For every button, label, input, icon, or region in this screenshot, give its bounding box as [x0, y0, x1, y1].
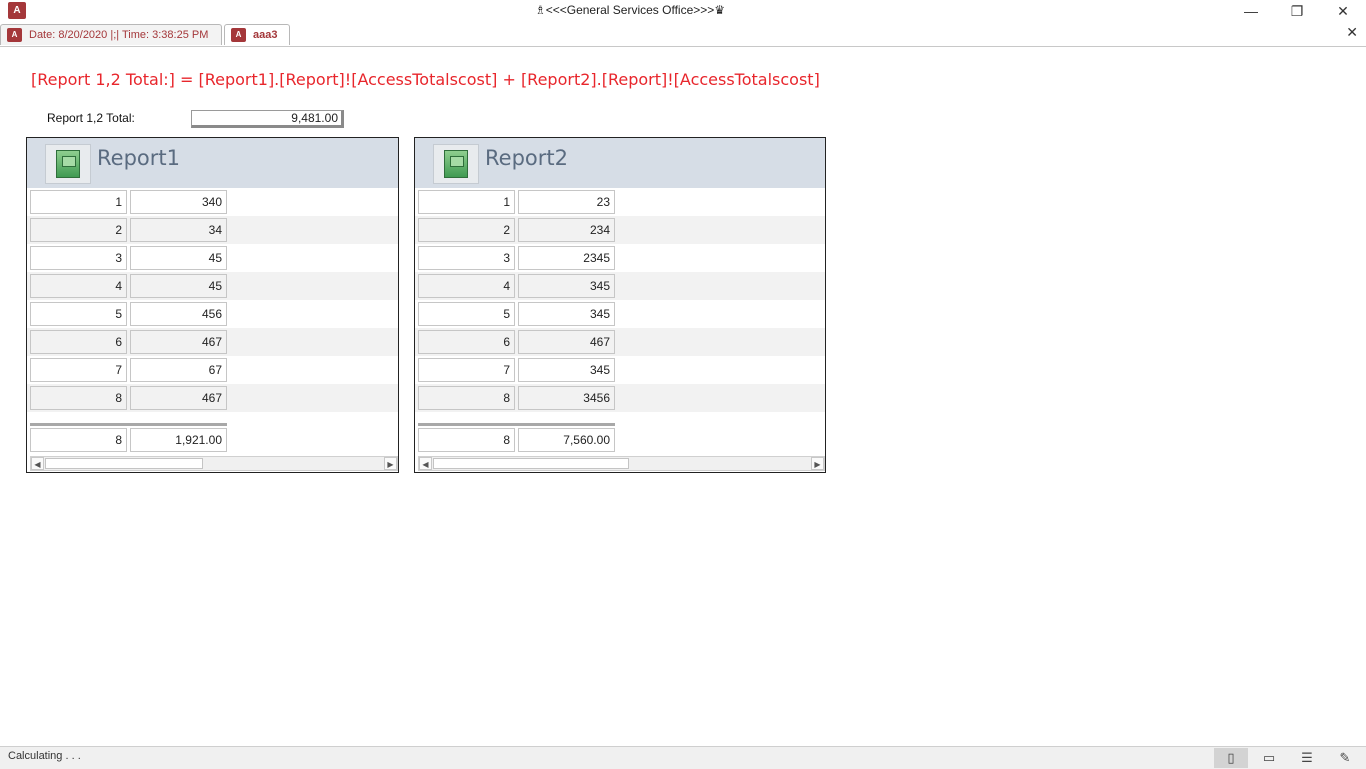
cost-cell[interactable]: 234 [518, 218, 615, 242]
cost-cell[interactable]: 23 [518, 190, 615, 214]
access-icon: A [7, 28, 22, 42]
close-tab-icon[interactable]: ✕ [1346, 24, 1358, 41]
total-textbox[interactable]: 9,481.00 [191, 110, 344, 128]
tab-aaa3[interactable]: A aaa3 [224, 24, 290, 45]
table-row: 2 34 [27, 216, 398, 244]
tab-date-time[interactable]: A Date: 8/20/2020 |;| Time: 3:38:25 PM [0, 24, 222, 45]
table-row: 5 456 [27, 300, 398, 328]
table-row: 2 234 [415, 216, 825, 244]
tab-label: aaa3 [253, 29, 278, 41]
report-logo-icon [433, 144, 479, 184]
count-total-cell[interactable]: 8 [30, 428, 127, 452]
cost-cell[interactable]: 456 [130, 302, 227, 326]
scroll-right-icon[interactable]: ▶ [384, 457, 397, 470]
scroll-left-icon[interactable]: ◀ [31, 457, 44, 470]
id-cell[interactable]: 4 [418, 274, 515, 298]
close-window-button[interactable]: ✕ [1320, 0, 1366, 22]
report-rows: 1 340 2 34 3 45 4 45 5 456 6 467 7 67 8 [27, 188, 398, 412]
scroll-thumb[interactable] [45, 458, 203, 469]
report2-subform: Report2 1 23 2 234 3 2345 4 345 5 345 6 … [414, 137, 826, 473]
id-cell[interactable]: 1 [418, 190, 515, 214]
table-row: 1 23 [415, 188, 825, 216]
report-logo-icon [45, 144, 91, 184]
table-row: 3 2345 [415, 244, 825, 272]
report-footer: 8 7,560.00 [415, 426, 825, 454]
cost-cell[interactable]: 3456 [518, 386, 615, 410]
tab-label: Date: 8/20/2020 |;| Time: 3:38:25 PM [29, 29, 209, 41]
report-header: Report2 [415, 138, 825, 188]
id-cell[interactable]: 8 [418, 386, 515, 410]
restore-button[interactable]: ❐ [1274, 0, 1320, 22]
id-cell[interactable]: 4 [30, 274, 127, 298]
table-row: 5 345 [415, 300, 825, 328]
status-text: Calculating . . . [8, 750, 81, 762]
access-icon: A [231, 28, 246, 42]
table-row: 4 345 [415, 272, 825, 300]
total-label: Report 1,2 Total: [47, 111, 135, 125]
cost-cell[interactable]: 345 [518, 302, 615, 326]
id-cell[interactable]: 3 [30, 246, 127, 270]
report1-subform: Report1 1 340 2 34 3 45 4 45 5 456 6 467… [26, 137, 399, 473]
id-cell[interactable]: 1 [30, 190, 127, 214]
cost-cell[interactable]: 467 [130, 330, 227, 354]
document-tab-bar: A Date: 8/20/2020 |;| Time: 3:38:25 PM A… [0, 22, 1366, 47]
id-cell[interactable]: 7 [30, 358, 127, 382]
cost-cell[interactable]: 67 [130, 358, 227, 382]
table-row: 7 67 [27, 356, 398, 384]
sum-total-cell[interactable]: 7,560.00 [518, 428, 615, 452]
cost-cell[interactable]: 2345 [518, 246, 615, 270]
sum-total-cell[interactable]: 1,921.00 [130, 428, 227, 452]
report-title: Report1 [97, 146, 180, 170]
id-cell[interactable]: 2 [30, 218, 127, 242]
table-row: 4 45 [27, 272, 398, 300]
table-row: 8 3456 [415, 384, 825, 412]
table-row: 1 340 [27, 188, 398, 216]
count-total-cell[interactable]: 8 [418, 428, 515, 452]
cost-cell[interactable]: 340 [130, 190, 227, 214]
cost-cell[interactable]: 467 [130, 386, 227, 410]
table-row: 6 467 [415, 328, 825, 356]
layout-view-icon[interactable]: ▭ [1252, 748, 1286, 768]
report-header: Report1 [27, 138, 398, 188]
id-cell[interactable]: 7 [418, 358, 515, 382]
table-row: 8 467 [27, 384, 398, 412]
cost-cell[interactable]: 45 [130, 274, 227, 298]
cost-cell[interactable]: 345 [518, 274, 615, 298]
report-rows: 1 23 2 234 3 2345 4 345 5 345 6 467 7 34… [415, 188, 825, 412]
cost-cell[interactable]: 45 [130, 246, 227, 270]
id-cell[interactable]: 6 [30, 330, 127, 354]
table-row: 6 467 [27, 328, 398, 356]
id-cell[interactable]: 6 [418, 330, 515, 354]
table-row: 3 45 [27, 244, 398, 272]
report-footer: 8 1,921.00 [27, 426, 398, 454]
horizontal-scrollbar[interactable]: ◀ ▶ [30, 456, 398, 471]
id-cell[interactable]: 5 [30, 302, 127, 326]
formula-label: [Report 1,2 Total:] = [Report1].[Report]… [31, 70, 820, 89]
id-cell[interactable]: 8 [30, 386, 127, 410]
id-cell[interactable]: 5 [418, 302, 515, 326]
cost-cell[interactable]: 467 [518, 330, 615, 354]
cost-cell[interactable]: 345 [518, 358, 615, 382]
title-bar: A ♗<<<General Services Office>>>♛ — ❐ ✕ [0, 0, 1366, 22]
table-row: 7 345 [415, 356, 825, 384]
design-view-icon[interactable]: ✎ [1328, 748, 1362, 768]
report-title: Report2 [485, 146, 568, 170]
scroll-left-icon[interactable]: ◀ [419, 457, 432, 470]
id-cell[interactable]: 2 [418, 218, 515, 242]
status-bar: Calculating . . . ▯ ▭ ☰ ✎ [0, 746, 1366, 769]
id-cell[interactable]: 3 [418, 246, 515, 270]
cost-cell[interactable]: 34 [130, 218, 227, 242]
horizontal-scrollbar[interactable]: ◀ ▶ [418, 456, 825, 471]
minimize-button[interactable]: — [1228, 0, 1274, 22]
form-view-icon[interactable]: ▯ [1214, 748, 1248, 768]
scroll-thumb[interactable] [433, 458, 629, 469]
window-title: ♗<<<General Services Office>>>♛ [534, 3, 726, 17]
scroll-right-icon[interactable]: ▶ [811, 457, 824, 470]
datasheet-view-icon[interactable]: ☰ [1290, 748, 1324, 768]
